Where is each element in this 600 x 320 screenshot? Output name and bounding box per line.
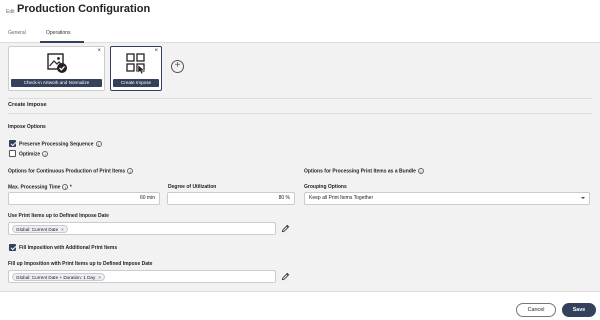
fill-up-date-field[interactable]: Global: Current Date + Duration: 1 Day × <box>8 270 276 283</box>
info-icon[interactable]: i <box>62 184 69 190</box>
info-icon[interactable]: i <box>127 168 134 174</box>
section-title: Create Impose <box>8 102 47 108</box>
chevron-down-icon <box>581 197 585 199</box>
operation-label: Check-in Artwork and Normalize <box>11 79 102 87</box>
fill-imposition-checkbox[interactable] <box>9 244 16 251</box>
use-items-label: Use Print Items up to Defined Impose Dat… <box>8 213 109 219</box>
info-icon[interactable]: i <box>42 151 49 157</box>
max-processing-time-input[interactable]: 60 min <box>8 192 160 205</box>
fill-imposition-label: Fill Imposition with Additional Print It… <box>19 245 118 251</box>
chip-remove-icon[interactable]: × <box>61 227 64 232</box>
use-items-date-field[interactable]: Global: Current Date × <box>8 222 276 235</box>
preserve-sequence-label: Preserve Processing Sequence i <box>19 141 102 147</box>
date-chip: Global: Current Date + Duration: 1 Day × <box>12 273 105 281</box>
close-icon[interactable]: × <box>154 48 158 54</box>
chip-remove-icon[interactable]: × <box>98 275 101 280</box>
grouping-options-label: Grouping Options <box>304 184 347 190</box>
cancel-button[interactable]: Cancel <box>516 303 556 317</box>
close-icon[interactable]: × <box>97 48 101 54</box>
preserve-sequence-checkbox[interactable] <box>9 140 16 147</box>
fill-up-label: Fill up Imposition with Print Items up t… <box>8 261 153 267</box>
optimize-checkbox[interactable] <box>9 150 16 157</box>
operation-card-create-impose[interactable]: × Create Impose <box>110 46 162 91</box>
page-title: Production Configuration <box>17 3 151 15</box>
divider <box>8 113 592 114</box>
save-button[interactable]: Save <box>562 303 596 317</box>
operation-card-checkin[interactable]: × Check-in Artwork and Normalize <box>8 46 105 91</box>
date-chip: Global: Current Date × <box>12 225 68 233</box>
pencil-icon[interactable] <box>281 272 290 281</box>
tab-general[interactable]: General <box>8 30 26 36</box>
grouping-options-select[interactable]: Keep all Print Items Together <box>304 192 590 205</box>
tab-bar: General Operations <box>0 29 600 43</box>
image-check-icon <box>46 53 67 73</box>
bundle-options-title: Options for Processing Print Items as a … <box>304 168 424 174</box>
operations-panel: × Check-in Artwork and Normalize × Creat… <box>0 43 600 291</box>
grouping-options-value: Keep all Print Items Together <box>309 195 374 201</box>
info-icon[interactable]: i <box>95 141 102 147</box>
max-processing-time-label: Max. Processing Time i * <box>8 184 72 191</box>
utilization-label: Degree of Utilization <box>168 184 217 190</box>
utilization-input[interactable]: 80 % <box>167 192 295 205</box>
divider <box>8 98 592 99</box>
operation-label: Create Impose <box>113 79 159 87</box>
header: Edit Production Configuration General Op… <box>0 0 600 44</box>
impose-options-title: Impose Options <box>8 124 46 130</box>
tab-operations[interactable]: Operations <box>46 30 70 36</box>
optimize-label: Optimize i <box>19 151 49 157</box>
impose-grid-icon <box>126 53 146 74</box>
add-operation-button[interactable]: + <box>171 60 184 73</box>
info-icon[interactable]: i <box>417 168 424 174</box>
footer: Cancel Save <box>0 291 600 320</box>
continuous-options-title: Options for Continuous Production of Pri… <box>8 168 134 174</box>
edit-label: Edit <box>6 9 15 15</box>
pencil-icon[interactable] <box>281 224 290 233</box>
